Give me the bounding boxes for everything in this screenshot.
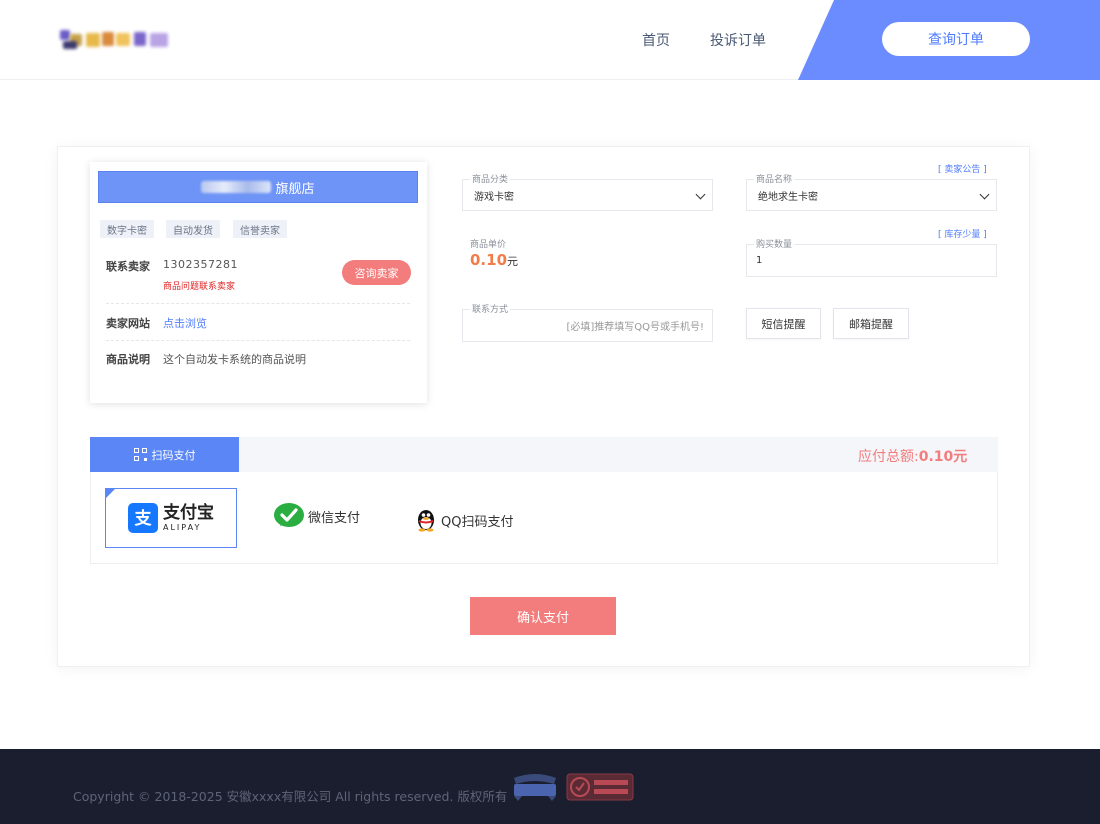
nav-complaint-order[interactable]: 投诉订单 [710,30,766,50]
seller-notice-link[interactable]: [ 卖家公告 ] [938,162,987,175]
pay-option-qq[interactable]: QQ扫码支付 [413,507,513,533]
copyright-text: Copyright © 2018-2025 安徽xxxx有限公司 All rig… [73,789,508,804]
divider [106,340,410,341]
stock-status: [ 库存少量 ] [938,230,987,240]
shop-title-suffix: 旗舰店 [275,181,315,197]
seller-phone: 1302357281 [163,258,238,271]
tag-trusted-seller: 信誉卖家 [233,220,287,238]
qq-penguin-icon [413,507,439,533]
total-amount: 应付总额:0.10元 [858,446,967,466]
category-label: 商品分类 [470,172,511,185]
qq-pay-label: QQ扫码支付 [441,514,514,530]
chevron-down-icon [695,189,706,200]
nav-home[interactable]: 首页 [642,30,670,50]
quantity-value: 1 [756,255,763,266]
security-badge[interactable] [566,772,634,802]
unit-price-label: 商品单价 [470,240,507,250]
alipay-name: 支付宝 [163,502,214,523]
total-amount-value: 0.10元 [918,449,968,465]
contact-info-placeholder: [必填]推荐填写QQ号或手机号! [566,322,704,333]
query-order-button[interactable]: 查询订单 [882,22,1030,56]
contact-seller-label: 联系卖家 [106,260,150,273]
consult-seller-button[interactable]: 咨询卖家 [342,260,411,285]
category-selected-value: 游戏卡密 [474,191,514,203]
qr-code-icon [133,448,147,461]
product-desc-label: 商品说明 [106,353,150,366]
shop-name-blurred [201,181,272,193]
unit-price-value: 0.10 [470,251,508,269]
sms-reminder-button[interactable]: 短信提醒 [746,308,821,339]
shop-title: 旗舰店 [98,171,418,203]
unit-price: 0.10元 [470,251,518,269]
pay-option-wechat[interactable]: 微信支付 [273,502,360,530]
seller-website-label: 卖家网站 [106,317,150,330]
seller-website-link[interactable]: 点击浏览 [163,315,207,331]
confirm-pay-button[interactable]: 确认支付 [470,597,616,635]
tab-scan-pay-label: 扫码支付 [151,448,196,462]
verified-badge[interactable] [510,772,560,802]
selected-corner-marker [106,489,115,498]
tag-auto-delivery: 自动发货 [166,220,220,238]
contact-info-label: 联系方式 [470,302,511,315]
product-name-label: 商品名称 [754,172,795,185]
contact-warning-text: 商品问题联系卖家 [163,282,236,292]
alipay-logo-icon: 支 [128,503,158,533]
divider [106,303,410,304]
tab-scan-pay[interactable]: 扫码支付 [90,437,239,472]
alipay-name-en: ALIPAY [163,522,202,532]
email-reminder-button[interactable]: 邮箱提醒 [833,308,909,339]
site-logo[interactable] [60,28,172,54]
svg-text:支: 支 [135,508,153,529]
total-amount-label: 应付总额: [858,449,919,465]
pay-option-alipay[interactable]: 支 支付宝 ALIPAY [105,488,237,548]
unit-price-currency: 元 [507,255,519,268]
chevron-down-icon [979,189,990,200]
product-name-selected-value: 绝地求生卡密 [758,191,818,203]
wechat-pay-label: 微信支付 [308,510,361,526]
product-desc-value: 这个自动发卡系统的商品说明 [163,353,306,366]
quantity-label: 购买数量 [754,237,795,250]
wechat-icon [273,502,305,530]
tag-digital-card: 数字卡密 [100,220,154,238]
